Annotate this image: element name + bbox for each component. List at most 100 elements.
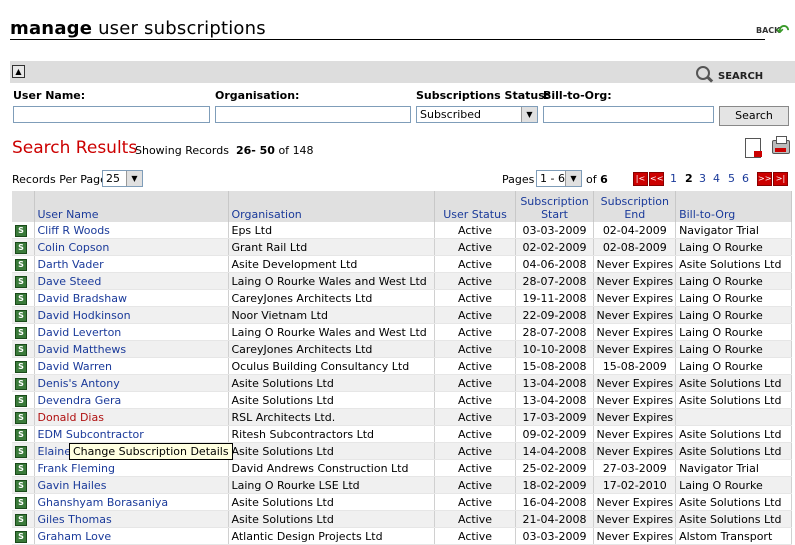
bill-to-org-cell: Navigator Trial	[675, 459, 792, 477]
printer-icon[interactable]	[772, 136, 790, 154]
organisation-cell: Asite Solutions Ltd	[228, 510, 435, 528]
last-page-button[interactable]: >|	[773, 172, 788, 186]
prev-page-button[interactable]: <<	[649, 172, 664, 186]
bill-to-org-cell: Laing O Rourke	[675, 357, 792, 375]
user-name-cell[interactable]: Devendra Gera	[34, 391, 229, 409]
user-name-cell[interactable]: Giles Thomas	[34, 510, 229, 528]
page-number[interactable]: 1	[670, 172, 677, 185]
user-status-cell: Active	[434, 340, 516, 358]
user-name-input[interactable]	[13, 106, 210, 123]
organisation-header[interactable]: Organisation	[228, 191, 435, 222]
table-row: S Donald Dias RSL Architects Ltd. Active 17-…	[12, 408, 792, 426]
subscription-end-cell: Never Expires	[593, 391, 677, 409]
page-number[interactable]: 3	[699, 172, 706, 185]
subscription-icon[interactable]: S	[15, 242, 27, 254]
user-status-cell: Active	[434, 222, 516, 239]
pages-label: Pages	[502, 173, 535, 186]
user-name-cell[interactable]: David Leverton	[34, 323, 229, 341]
subscription-icon[interactable]: S	[15, 514, 27, 526]
user-name-cell[interactable]: Ghanshyam Borasaniya	[34, 493, 229, 511]
subscription-icon[interactable]: S	[15, 446, 27, 458]
subscription-start-cell: 10-10-2008	[515, 340, 594, 358]
subscription-end-cell: Never Expires	[593, 306, 677, 324]
subscription-icon[interactable]: S	[15, 378, 27, 390]
subscription-start-header[interactable]: Subscription Start	[515, 191, 594, 222]
pages-select[interactable]: 1 - 6 ▼	[536, 170, 582, 187]
subscription-end-cell: Never Expires	[593, 289, 677, 307]
organisation-cell: Asite Development Ltd	[228, 255, 435, 273]
bill-to-org-cell: Laing O Rourke	[675, 289, 792, 307]
subscription-icon[interactable]: S	[15, 429, 27, 441]
bill-to-org-header[interactable]: Bill-to-Org	[675, 191, 792, 222]
subscription-icon[interactable]: S	[15, 225, 27, 237]
subscription-icon[interactable]: S	[15, 344, 27, 356]
user-name-cell[interactable]: David Warren	[34, 357, 229, 375]
page-number[interactable]: 5	[728, 172, 735, 185]
bill-to-org-input[interactable]	[543, 106, 714, 123]
title-divider	[10, 39, 765, 40]
page-title-rest: user subscriptions	[98, 18, 266, 39]
back-arrow-icon: ↶	[776, 21, 790, 40]
page-number[interactable]: 6	[742, 172, 749, 185]
page-number[interactable]: 4	[713, 172, 720, 185]
subscription-icon[interactable]: S	[15, 480, 27, 492]
subscription-cell: S	[12, 391, 35, 409]
subscription-end-cell: 02-04-2009	[593, 222, 677, 239]
user-name-cell[interactable]: Colin Copson	[34, 238, 229, 256]
export-icon[interactable]	[745, 138, 762, 158]
subscription-icon[interactable]: S	[15, 276, 27, 288]
subscription-icon[interactable]: S	[15, 497, 27, 509]
subscription-icon[interactable]: S	[15, 412, 27, 424]
subscription-icon[interactable]: S	[15, 395, 27, 407]
organisation-input[interactable]	[215, 106, 411, 123]
bill-to-org-cell: Laing O Rourke	[675, 272, 792, 290]
subscription-end-header[interactable]: Subscription End	[593, 191, 677, 222]
subscription-start-cell: 03-03-2009	[515, 222, 594, 239]
subscription-start-cell: 18-02-2009	[515, 476, 594, 494]
subscription-icon[interactable]: S	[15, 327, 27, 339]
user-name-cell[interactable]: Frank Fleming	[34, 459, 229, 477]
user-status-cell: Active	[434, 442, 516, 460]
user-status-header[interactable]: User Status	[434, 191, 516, 222]
subscription-icon[interactable]: S	[15, 310, 27, 322]
organisation-cell: Eps Ltd	[228, 222, 435, 239]
organisation-cell: David Andrews Construction Ltd	[228, 459, 435, 477]
records-per-page-select[interactable]: 25 ▼	[102, 170, 143, 187]
subscription-end-cell: Never Expires	[593, 323, 677, 341]
user-name-cell[interactable]: EDM Subcontractor	[34, 425, 229, 443]
user-name-cell[interactable]: Cliff R Woods	[34, 222, 229, 239]
search-button[interactable]: Search	[719, 106, 789, 126]
subscription-cell: S	[12, 459, 35, 477]
subscription-start-cell: 28-07-2008	[515, 323, 594, 341]
user-status-cell: Active	[434, 272, 516, 290]
user-name-cell[interactable]: David Hodkinson	[34, 306, 229, 324]
organisation-cell: Noor Vietnam Ltd	[228, 306, 435, 324]
collapse-toggle-icon[interactable]: ▲	[12, 65, 25, 78]
back-button[interactable]: BACK ↶	[754, 21, 790, 40]
status-label: Subscriptions Status:	[416, 89, 550, 102]
subscription-icon[interactable]: S	[15, 293, 27, 305]
user-name-cell[interactable]: Denis's Antony	[34, 374, 229, 392]
first-page-button[interactable]: |<	[633, 172, 648, 186]
next-page-button[interactable]: >>	[757, 172, 772, 186]
user-name-cell[interactable]: Dave Steed	[34, 272, 229, 290]
subscription-icon[interactable]: S	[15, 259, 27, 271]
organisation-cell: Laing O Rourke LSE Ltd	[228, 476, 435, 494]
user-name-cell[interactable]: Gavin Hailes	[34, 476, 229, 494]
status-select[interactable]: Subscribed ▼	[416, 106, 538, 123]
user-name-cell[interactable]: David Matthews	[34, 340, 229, 358]
table-row: S Denis's Antony Asite Solutions Ltd Active…	[12, 374, 792, 392]
results-title: Search Results	[12, 138, 138, 158]
user-name-cell[interactable]: Darth Vader	[34, 255, 229, 273]
user-name-cell[interactable]: David Bradshaw	[34, 289, 229, 307]
subscription-icon[interactable]: S	[15, 463, 27, 475]
search-link[interactable]: SEARCH	[696, 65, 763, 82]
user-name-header[interactable]: User Name	[34, 191, 229, 222]
subscription-start-cell: 19-11-2008	[515, 289, 594, 307]
subscription-icon[interactable]: S	[15, 361, 27, 373]
subscription-end-cell: Never Expires	[593, 493, 677, 511]
showing-range: 26- 50	[235, 144, 275, 157]
organisation-cell: Grant Rail Ltd	[228, 238, 435, 256]
subscription-icon[interactable]: S	[15, 531, 27, 543]
user-name-cell[interactable]: Donald Dias	[34, 408, 229, 426]
